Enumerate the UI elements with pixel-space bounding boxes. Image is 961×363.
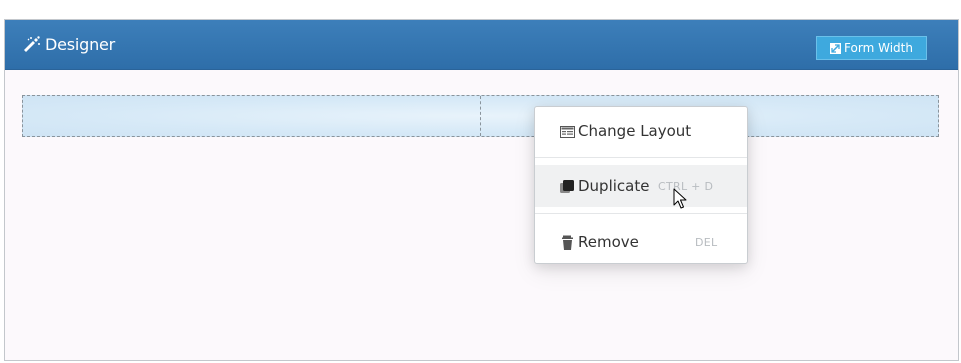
form-width-label: Form Width xyxy=(844,41,913,55)
menu-item-label: Change Layout xyxy=(578,122,692,140)
trash-icon xyxy=(560,235,575,250)
context-menu: Change Layout Duplicate CTRL + D Remove … xyxy=(534,106,748,264)
duplicate-icon xyxy=(560,179,575,194)
expand-icon xyxy=(830,42,842,54)
menu-item-duplicate[interactable]: Duplicate CTRL + D xyxy=(535,165,747,207)
shortcut-label: DEL xyxy=(695,235,718,249)
shortcut-label: CTRL + D xyxy=(658,179,714,193)
designer-panel: Designer Form Width xyxy=(4,19,959,361)
layout-row[interactable] xyxy=(22,95,939,137)
layout-cell-left[interactable] xyxy=(23,96,480,136)
panel-title: Designer xyxy=(22,34,115,54)
menu-divider xyxy=(535,157,747,158)
menu-item-remove[interactable]: Remove DEL xyxy=(535,221,747,263)
menu-item-label: Remove xyxy=(578,233,639,251)
menu-item-change-layout[interactable]: Change Layout xyxy=(535,110,747,152)
magic-wand-icon xyxy=(22,36,41,52)
form-width-button[interactable]: Form Width xyxy=(816,36,927,60)
menu-item-label: Duplicate xyxy=(578,177,650,195)
panel-title-text: Designer xyxy=(45,34,116,54)
panel-header: Designer Form Width xyxy=(5,20,958,70)
layout-icon xyxy=(560,124,575,139)
menu-divider xyxy=(535,213,747,214)
